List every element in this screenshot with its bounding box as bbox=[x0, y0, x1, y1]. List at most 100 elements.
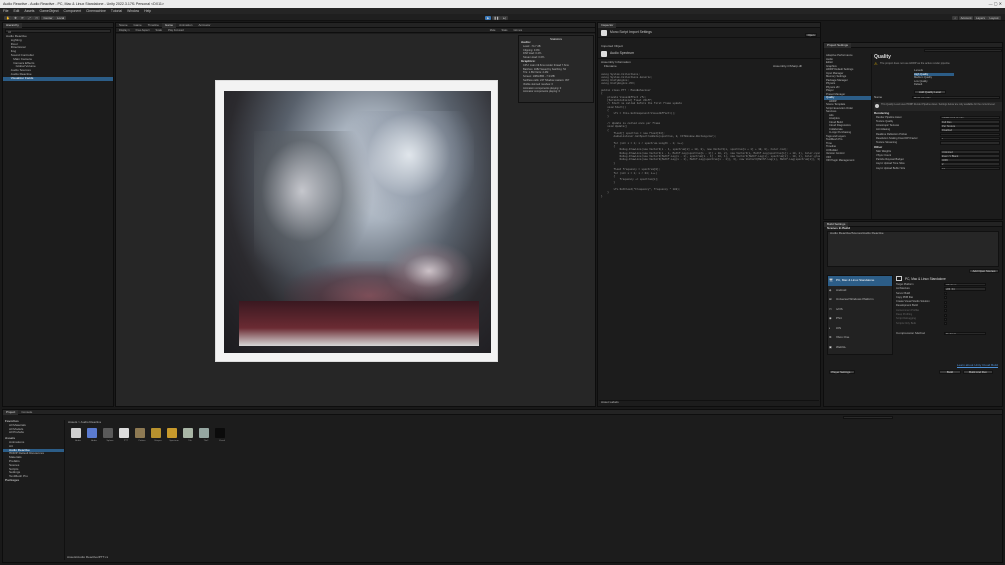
platform-icon: ⊗ bbox=[829, 335, 832, 339]
step-button-icon[interactable]: ▸| bbox=[501, 15, 508, 20]
asset-item[interactable]: Visual bbox=[214, 428, 230, 442]
layout-dropdown[interactable]: Layout bbox=[987, 15, 1001, 20]
menu-item-5[interactable]: Cinemachine bbox=[86, 9, 106, 13]
play-button-icon[interactable]: ▶ bbox=[485, 15, 492, 20]
settings-search-input[interactable] bbox=[924, 49, 1002, 53]
setting-value[interactable]: Every V Blank bbox=[940, 154, 1000, 158]
layers-dropdown[interactable]: Layers bbox=[973, 15, 987, 20]
quality-name-field[interactable]: High Quality bbox=[912, 96, 1000, 100]
setting-value[interactable]: 4096 bbox=[940, 158, 1000, 162]
scene-entry[interactable]: Audio Reactive/Scenes/Audio Reactive bbox=[828, 232, 998, 236]
setting-value[interactable]: HDRP High Quality bbox=[940, 115, 1000, 120]
packages-root[interactable]: Packages bbox=[3, 479, 64, 483]
setting-value[interactable]: Per Texture bbox=[940, 124, 1000, 128]
menu-item-6[interactable]: Tutorial bbox=[111, 9, 122, 13]
player-settings-button[interactable]: Player Settings... bbox=[829, 370, 855, 374]
platform-item[interactable]: ◉ PS4 bbox=[828, 314, 892, 324]
asset-item[interactable]: Pattern bbox=[134, 428, 150, 442]
rotate-tool-icon[interactable]: ⟳ bbox=[19, 15, 26, 20]
compression-dropdown[interactable]: Default bbox=[944, 331, 986, 336]
pivot-local-button[interactable]: Local bbox=[55, 15, 67, 20]
setting-value[interactable]: 2 bbox=[940, 162, 1000, 167]
platform-item[interactable]: ▣ WebGL bbox=[828, 343, 892, 353]
build-option-checkbox[interactable] bbox=[944, 309, 947, 313]
asset-item[interactable]: Tile2 bbox=[198, 428, 214, 442]
asset-item[interactable]: Tile bbox=[182, 428, 198, 442]
asset-item[interactable]: Audio bbox=[70, 428, 86, 442]
hierarchy-search-input[interactable]: All bbox=[5, 29, 111, 34]
settings-category[interactable]: XR Plugin Management bbox=[824, 159, 871, 163]
cloud-build-link[interactable]: Learn about Unity Cloud Build bbox=[957, 364, 998, 368]
platform-item[interactable]: ▭ tvOS bbox=[828, 305, 892, 315]
setting-value[interactable]: Unlimited bbox=[940, 149, 1000, 154]
menu-item-1[interactable]: Edit bbox=[13, 9, 19, 13]
game-view-option[interactable]: Scale bbox=[153, 28, 166, 33]
scale-tool-icon[interactable]: ⤢ bbox=[26, 15, 33, 20]
favorite-item[interactable]: All Prefabs bbox=[3, 431, 64, 435]
build-option-checkbox[interactable] bbox=[944, 296, 947, 300]
project-tab[interactable]: Console bbox=[18, 410, 35, 415]
game-view-option[interactable]: Free Aspect bbox=[133, 28, 153, 33]
setting-value[interactable] bbox=[940, 132, 1000, 137]
platform-item[interactable]: ⊞ Universal Windows Platform bbox=[828, 295, 892, 305]
build-option-checkbox[interactable] bbox=[944, 322, 947, 326]
platform-item[interactable]: ◐ iOS bbox=[828, 324, 892, 334]
game-view-option[interactable]: Gizmos bbox=[510, 28, 525, 33]
add-open-scenes-button[interactable]: Add Open Scenes bbox=[969, 268, 999, 273]
build-option-checkbox[interactable] bbox=[944, 304, 947, 308]
build-option-checkbox[interactable] bbox=[944, 292, 947, 296]
build-option-dropdown[interactable]: Windows bbox=[944, 283, 986, 287]
transform-tools[interactable]: ✋ ✥ ⟳ ⤢ ▭ Center Local bbox=[4, 14, 67, 20]
asset-item[interactable]: Shapes bbox=[150, 428, 166, 442]
setting-value[interactable]: 1 bbox=[940, 136, 1000, 141]
setting-value[interactable] bbox=[940, 140, 1000, 145]
menu-item-2[interactable]: Assets bbox=[24, 9, 34, 13]
hand-tool-icon[interactable]: ✋ bbox=[4, 15, 12, 20]
menu-item-8[interactable]: Help bbox=[144, 9, 151, 13]
asset-item[interactable]: Audio bbox=[86, 428, 102, 442]
setting-value[interactable]: Disabled bbox=[940, 128, 1000, 132]
menu-item-4[interactable]: Component bbox=[64, 9, 82, 13]
platform-item[interactable]: ⊗ Xbox One bbox=[828, 333, 892, 343]
asset-item[interactable]: Spectrum bbox=[166, 428, 182, 442]
game-view-option[interactable]: Stats bbox=[499, 28, 511, 33]
search-icon[interactable]: ⌕ bbox=[952, 15, 959, 20]
add-quality-level-button[interactable]: Add Quality Level bbox=[914, 90, 946, 94]
setting-value[interactable]: 16 bbox=[940, 166, 1000, 171]
breadcrumb[interactable]: Assets > Audio Reactive bbox=[68, 421, 101, 425]
project-tab[interactable]: Project bbox=[3, 410, 19, 415]
quality-settings: Quality ⚠ The project does not use HDRP … bbox=[874, 54, 1002, 219]
menu-item-7[interactable]: Window bbox=[127, 9, 139, 13]
game-view-option[interactable]: Display 1 bbox=[116, 28, 133, 33]
account-dropdown[interactable]: Account bbox=[958, 15, 974, 20]
build-option-checkbox[interactable] bbox=[944, 317, 947, 321]
move-tool-icon[interactable]: ✥ bbox=[12, 15, 19, 20]
menu-item-3[interactable]: GameObject bbox=[40, 9, 59, 13]
build-option-checkbox[interactable] bbox=[944, 313, 947, 317]
platform-item[interactable]: ◈ Android bbox=[828, 286, 892, 296]
build-option-row: Scripts Only Build bbox=[896, 322, 1002, 326]
rect-tool-icon[interactable]: ▭ bbox=[33, 15, 41, 20]
build-option-dropdown[interactable]: x86_64 bbox=[944, 287, 986, 291]
build-option-checkbox[interactable] bbox=[944, 300, 947, 304]
project-search-input[interactable] bbox=[843, 416, 893, 420]
window-controls[interactable]: — ▢ ✕ bbox=[978, 1, 1002, 7]
open-button[interactable]: Open bbox=[805, 33, 817, 37]
build-button[interactable]: Build bbox=[939, 370, 961, 374]
build-and-run-button[interactable]: Build And Run bbox=[963, 370, 993, 374]
pivot-center-button[interactable]: Center bbox=[41, 15, 55, 20]
hierarchy-item[interactable]: Visualizer Fields bbox=[3, 76, 113, 81]
tab-hierarchy[interactable]: Hierarchy bbox=[3, 23, 22, 28]
asset-labels-bar[interactable]: Asset Labels bbox=[599, 400, 819, 404]
platform-item[interactable]: 🖥 PC, Mac & Linux Standalone bbox=[828, 276, 892, 286]
game-view-option[interactable]: Mute bbox=[487, 28, 499, 33]
build-option-label: Deep Profiling bbox=[896, 313, 913, 317]
quality-level[interactable]: Default bbox=[914, 83, 954, 86]
asset-item[interactable]: PTT bbox=[118, 428, 134, 442]
setting-value[interactable]: Full Res bbox=[940, 119, 1000, 124]
menu-item-0[interactable]: File bbox=[3, 9, 8, 13]
game-view-option[interactable]: Play Focused bbox=[165, 28, 187, 33]
asset-item[interactable]: Sphere bbox=[102, 428, 118, 442]
scenes-list[interactable]: Audio Reactive/Scenes/Audio Reactive bbox=[827, 230, 999, 267]
pause-button-icon[interactable]: ❚❚ bbox=[491, 15, 501, 20]
